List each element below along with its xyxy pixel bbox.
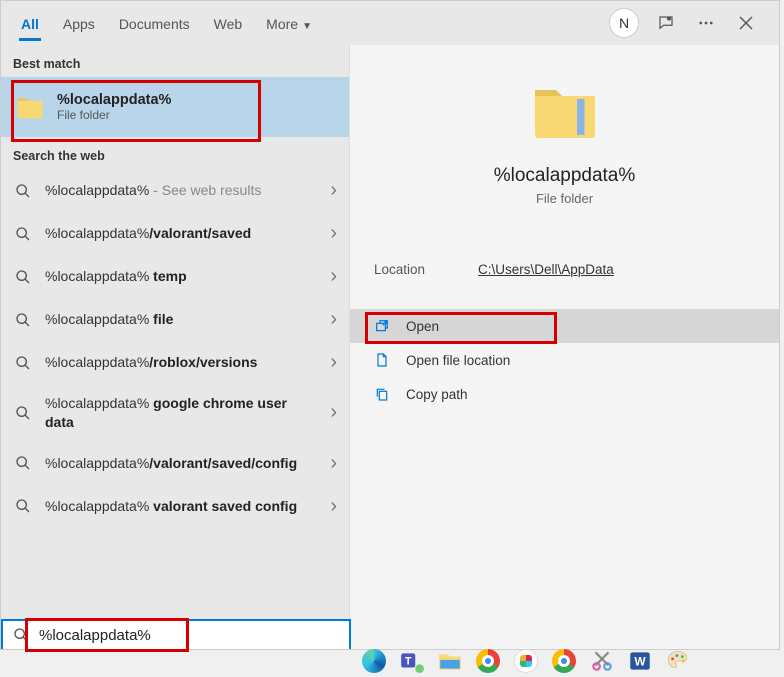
detail-title: %localappdata% xyxy=(494,165,636,187)
web-result-label: %localappdata% temp xyxy=(45,267,316,286)
web-results-list: %localappdata% - See web results›%locala… xyxy=(1,169,349,528)
file-loc-icon xyxy=(374,352,390,368)
content-area: Best match %localappdata% File folder Se… xyxy=(1,45,779,649)
location-row: Location C:\Users\Dell\AppData xyxy=(350,262,779,277)
tab-all[interactable]: All xyxy=(9,6,51,40)
web-result-label: %localappdata% google chrome user data xyxy=(45,394,316,432)
detail-subtitle: File folder xyxy=(536,191,593,206)
header-tabs: All Apps Documents Web More▼ N xyxy=(1,1,779,45)
web-result-item[interactable]: %localappdata% - See web results › xyxy=(1,169,349,212)
chevron-down-icon: ▼ xyxy=(302,21,312,32)
web-result-item[interactable]: %localappdata% google chrome user data › xyxy=(1,384,349,442)
chevron-right-icon: › xyxy=(330,452,337,475)
edge-icon[interactable] xyxy=(361,648,387,674)
teams-icon[interactable]: T xyxy=(399,648,425,674)
web-result-label: %localappdata% file xyxy=(45,310,316,329)
search-icon xyxy=(15,405,31,421)
action-open[interactable]: Open xyxy=(350,309,779,343)
snip-icon[interactable] xyxy=(589,648,615,674)
web-result-label: %localappdata%/valorant/saved/config xyxy=(45,454,316,473)
web-result-label: %localappdata%/roblox/versions xyxy=(45,353,316,372)
copy-icon xyxy=(374,386,390,402)
web-result-label: %localappdata%/valorant/saved xyxy=(45,224,316,243)
folder-icon xyxy=(15,92,45,122)
search-bar xyxy=(1,619,351,649)
action-list: Open Open file location Copy path xyxy=(350,309,779,411)
search-input[interactable] xyxy=(39,627,339,644)
best-match-title: %localappdata% xyxy=(57,92,171,108)
word-icon[interactable]: W xyxy=(627,648,653,674)
web-result-label: %localappdata% valorant saved config xyxy=(45,497,316,516)
avatar[interactable]: N xyxy=(609,8,639,38)
action-file-loc[interactable]: Open file location xyxy=(350,343,779,377)
best-match-subtitle: File folder xyxy=(57,108,171,122)
detail-header: %localappdata% File folder xyxy=(350,75,779,206)
tab-web[interactable]: Web xyxy=(202,6,255,40)
close-icon[interactable] xyxy=(733,10,759,36)
search-icon xyxy=(13,627,29,643)
more-icon[interactable] xyxy=(693,10,719,36)
action-label: Copy path xyxy=(406,387,468,402)
chevron-right-icon: › xyxy=(330,308,337,331)
web-result-label: %localappdata% - See web results xyxy=(45,181,316,200)
chevron-right-icon: › xyxy=(330,222,337,245)
search-icon xyxy=(15,269,31,285)
svg-text:W: W xyxy=(634,654,646,668)
best-match-item[interactable]: %localappdata% File folder xyxy=(1,77,349,137)
results-column: Best match %localappdata% File folder Se… xyxy=(1,45,349,649)
action-label: Open file location xyxy=(406,353,510,368)
chrome-canary-icon[interactable] xyxy=(551,648,577,674)
explorer-icon[interactable] xyxy=(437,648,463,674)
best-match-header: Best match xyxy=(1,45,349,77)
search-icon xyxy=(15,183,31,199)
search-icon xyxy=(15,355,31,371)
web-result-item[interactable]: %localappdata% temp › xyxy=(1,255,349,298)
search-icon xyxy=(15,226,31,242)
search-icon xyxy=(15,312,31,328)
feedback-icon[interactable] xyxy=(653,10,679,36)
detail-column: %localappdata% File folder Location C:\U… xyxy=(349,45,779,649)
web-result-item[interactable]: %localappdata%/valorant/saved/config › xyxy=(1,442,349,485)
action-copy[interactable]: Copy path xyxy=(350,377,779,411)
windows-search-panel: All Apps Documents Web More▼ N Best matc… xyxy=(0,0,780,650)
web-result-item[interactable]: %localappdata% valorant saved config › xyxy=(1,485,349,528)
web-result-item[interactable]: %localappdata% file › xyxy=(1,298,349,341)
folder-icon xyxy=(529,75,601,147)
search-web-header: Search the web xyxy=(1,137,349,169)
best-match-text: %localappdata% File folder xyxy=(57,92,171,122)
slack-icon[interactable] xyxy=(513,648,539,674)
chevron-right-icon: › xyxy=(330,351,337,374)
chrome-icon[interactable] xyxy=(475,648,501,674)
location-value[interactable]: C:\Users\Dell\AppData xyxy=(478,262,614,277)
search-icon xyxy=(15,498,31,514)
chevron-right-icon: › xyxy=(330,265,337,288)
open-icon xyxy=(374,318,390,334)
tab-documents[interactable]: Documents xyxy=(107,6,202,40)
chevron-right-icon: › xyxy=(330,179,337,202)
action-label: Open xyxy=(406,319,439,334)
svg-text:T: T xyxy=(405,655,412,667)
location-label: Location xyxy=(374,262,478,277)
tab-apps[interactable]: Apps xyxy=(51,6,107,40)
web-result-item[interactable]: %localappdata%/valorant/saved › xyxy=(1,212,349,255)
chevron-right-icon: › xyxy=(330,495,337,518)
taskbar-icons: T W xyxy=(355,645,784,677)
paint-icon[interactable] xyxy=(665,648,691,674)
tab-more[interactable]: More▼ xyxy=(254,6,324,40)
search-icon xyxy=(15,455,31,471)
web-result-item[interactable]: %localappdata%/roblox/versions › xyxy=(1,341,349,384)
chevron-right-icon: › xyxy=(330,401,337,424)
